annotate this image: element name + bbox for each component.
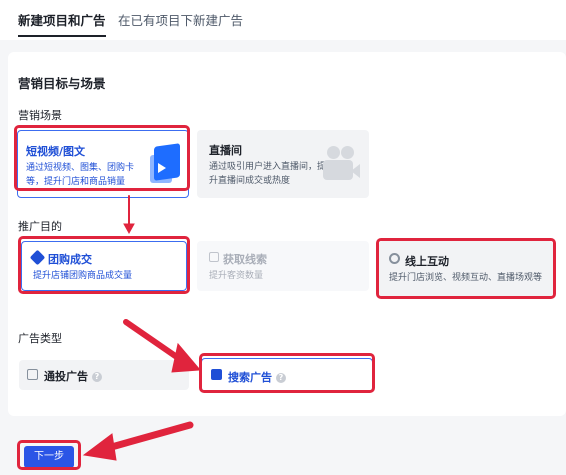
goal-option-desc: 提升客资数量: [209, 271, 264, 281]
help-icon[interactable]: ?: [276, 373, 286, 383]
scene-option-title: 直播间: [209, 144, 242, 157]
goal-option-desc: 提升门店浏览、视频互动、直播场观等: [389, 273, 543, 283]
goal-option-title: 团购成交: [48, 253, 92, 266]
scene-option-short-video[interactable]: 短视频/图文 通过短视频、图集、团购卡等，提升门店和商品销量: [17, 130, 189, 198]
ad-type-title: 搜索广告: [228, 371, 272, 384]
goal-option-group-buy[interactable]: 团购成交 提升店铺团购商品成交量: [21, 241, 187, 291]
annotation-arrow-to-next: [104, 421, 194, 452]
short-video-icon: [150, 143, 184, 187]
goal-option-title: 获取线索: [223, 253, 267, 266]
badge-icon: [389, 253, 400, 264]
ad-type-label: 广告类型: [18, 332, 62, 345]
goal-option-desc: 提升店铺团购商品成交量: [33, 271, 133, 281]
goal-option-title: 线上互动: [405, 255, 449, 268]
scene-option-desc: 通过吸引用户进入直播间，提升直播间成交或热度: [209, 162, 327, 186]
ad-type-search[interactable]: 搜索广告?: [201, 358, 373, 392]
annotation-arrowhead-next: [82, 433, 117, 461]
marketing-scene-label: 营销场景: [18, 109, 62, 122]
tab-new-project-and-ad[interactable]: 新建项目和广告: [18, 10, 106, 37]
goal-option-get-leads: 获取线索 提升客资数量: [197, 241, 369, 291]
leads-icon: [209, 252, 219, 262]
promotion-goal-label: 推广目的: [18, 220, 62, 233]
auto-ad-icon: [27, 369, 38, 380]
tag-icon: [29, 249, 46, 266]
help-icon[interactable]: ?: [92, 372, 102, 382]
tab-new-ad-in-existing-project[interactable]: 在已有项目下新建广告: [118, 10, 243, 29]
ad-type-title: 通投广告: [44, 370, 88, 383]
scene-option-title: 短视频/图文: [26, 145, 86, 158]
ad-type-auto[interactable]: 通投广告?: [19, 360, 189, 390]
goal-option-online-interaction[interactable]: 线上互动 提升门店浏览、视频互动、直播场观等: [379, 241, 553, 297]
top-tabs: 新建项目和广告 在已有项目下新建广告: [0, 0, 566, 40]
next-step-button[interactable]: 下一步: [24, 446, 74, 468]
scene-option-desc: 通过短视频、图集、团购卡等，提升门店和商品销量: [26, 163, 135, 187]
live-room-icon: [321, 142, 361, 186]
scene-option-live-room[interactable]: 直播间 通过吸引用户进入直播间，提升直播间成交或热度: [197, 130, 369, 198]
section-title: 营销目标与场景: [18, 76, 106, 91]
search-ad-icon: [211, 369, 222, 380]
